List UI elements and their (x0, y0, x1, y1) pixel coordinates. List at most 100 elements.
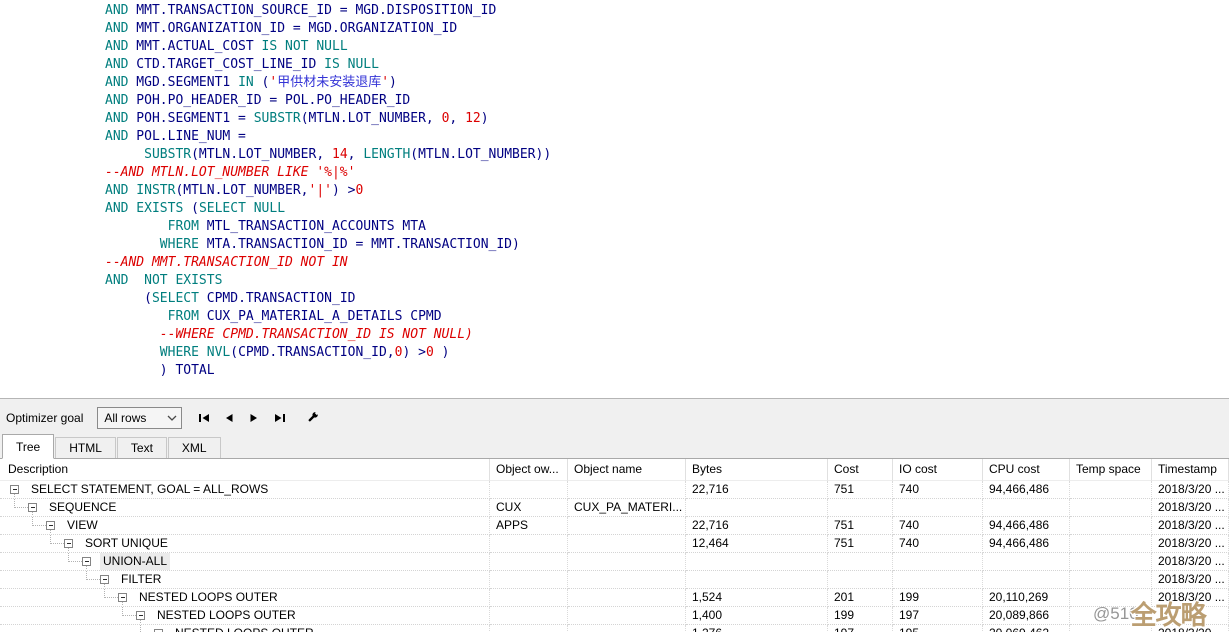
cell-bytes: 22,716 (686, 481, 828, 499)
cell-object-owner (490, 481, 568, 499)
cell-cpu-cost (983, 571, 1070, 589)
cell-cpu-cost (983, 499, 1070, 517)
tree-collapse-box[interactable] (64, 539, 73, 548)
plan-row[interactable]: SEQUENCECUXCUX_PA_MATERI...2018/3/20 ... (0, 499, 1229, 517)
tree-collapse-box[interactable] (118, 593, 127, 602)
cell-description: FILTER (0, 571, 490, 589)
cell-object-owner (490, 535, 568, 553)
tab-xml[interactable]: XML (168, 437, 221, 458)
cell-description: VIEW (0, 517, 490, 535)
plan-row[interactable]: UNION-ALL2018/3/20 ... (0, 553, 1229, 571)
first-record-button[interactable] (196, 410, 212, 426)
cell-object-owner (490, 553, 568, 571)
column-header-object-name[interactable]: Object name (568, 459, 686, 481)
cell-object-name (568, 571, 686, 589)
plan-row[interactable]: NESTED LOOPS OUTER1,40019919720,089,866 (0, 607, 1229, 625)
next-record-button[interactable] (246, 410, 262, 426)
cell-temp-space (1070, 535, 1152, 553)
plan-navigation (196, 410, 320, 426)
plan-row[interactable]: FILTER2018/3/20 ... (0, 571, 1229, 589)
cell-object-name (568, 625, 686, 632)
tree-connector (50, 535, 64, 544)
tree-connector (14, 499, 28, 508)
column-header-timestamp[interactable]: Timestamp (1152, 459, 1229, 481)
plan-node-label[interactable]: NESTED LOOPS OUTER (154, 607, 299, 624)
cell-temp-space (1070, 607, 1152, 625)
prior-record-button[interactable] (221, 410, 237, 426)
cell-object-owner: APPS (490, 517, 568, 535)
tree-collapse-box[interactable] (100, 575, 109, 584)
sql-editor[interactable]: AND MMT.TRANSACTION_SOURCE_ID = MGD.DISP… (0, 0, 1229, 398)
column-header-io-cost[interactable]: IO cost (893, 459, 983, 481)
cell-cost: 197 (828, 625, 893, 632)
cell-object-owner (490, 607, 568, 625)
cell-description: NESTED LOOPS OUTER (0, 607, 490, 625)
cell-bytes: 1,400 (686, 607, 828, 625)
minus-icon (67, 543, 71, 544)
minus-icon (13, 489, 17, 490)
cell-cpu-cost: 20,110,269 (983, 589, 1070, 607)
tree-collapse-box[interactable] (136, 611, 145, 620)
cell-bytes (686, 499, 828, 517)
plan-node-label[interactable]: NESTED LOOPS OUTER (136, 589, 281, 606)
code-line: AND NOT EXISTS (105, 272, 1229, 290)
cell-temp-space (1070, 517, 1152, 535)
cell-temp-space (1070, 571, 1152, 589)
tab-text[interactable]: Text (117, 437, 167, 458)
code-line: --WHERE CPMD.TRANSACTION_ID IS NOT NULL) (105, 326, 1229, 344)
code-line: AND CTD.TARGET_COST_LINE_ID IS NULL (105, 56, 1229, 74)
last-record-button[interactable] (271, 410, 287, 426)
tree-collapse-box[interactable] (46, 521, 55, 530)
cell-cost: 751 (828, 535, 893, 553)
optimizer-goal-select[interactable]: All rows (97, 407, 182, 429)
code-line: AND MGD.SEGMENT1 IN ('甲供材未安装退库') (105, 74, 1229, 92)
tree-collapse-box[interactable] (28, 503, 37, 512)
minus-icon (103, 579, 107, 580)
plsql-developer-window: AND MMT.TRANSACTION_SOURCE_ID = MGD.DISP… (0, 0, 1229, 632)
code-line: FROM MTL_TRANSACTION_ACCOUNTS MTA (105, 218, 1229, 236)
cell-timestamp: 2018/3/20 ... (1152, 625, 1229, 632)
plan-node-label[interactable]: VIEW (64, 517, 101, 534)
plan-row[interactable]: NESTED LOOPS OUTER1,52420119920,110,2692… (0, 589, 1229, 607)
column-header-description[interactable]: Description (0, 459, 490, 481)
minus-icon (85, 561, 89, 562)
column-header-bytes[interactable]: Bytes (686, 459, 828, 481)
cell-io-cost (893, 499, 983, 517)
cell-cpu-cost: 20,089,866 (983, 607, 1070, 625)
column-header-cost[interactable]: Cost (828, 459, 893, 481)
plan-row[interactable]: SELECT STATEMENT, GOAL = ALL_ROWS22,7167… (0, 481, 1229, 499)
cell-object-name (568, 607, 686, 625)
tree-connector (32, 517, 46, 526)
explain-plan-toolbar: Optimizer goal All rows (0, 404, 1229, 431)
last-record-icon (273, 412, 286, 424)
tab-tree[interactable]: Tree (2, 434, 54, 459)
code-line: AND MMT.ORGANIZATION_ID = MGD.ORGANIZATI… (105, 20, 1229, 38)
code-line: WHERE NVL(CPMD.TRANSACTION_ID,0) >0 ) (105, 344, 1229, 362)
plan-row[interactable]: SORT UNIQUE12,46475174094,466,4862018/3/… (0, 535, 1229, 553)
code-line: AND MMT.TRANSACTION_SOURCE_ID = MGD.DISP… (105, 2, 1229, 20)
plan-row[interactable]: VIEWAPPS22,71675174094,466,4862018/3/20 … (0, 517, 1229, 535)
cell-cost: 201 (828, 589, 893, 607)
cell-timestamp (1152, 607, 1229, 625)
cell-cost (828, 571, 893, 589)
tree-collapse-box[interactable] (82, 557, 91, 566)
plan-node-label[interactable]: NESTED LOOPS OUTER (172, 625, 317, 632)
plan-node-label[interactable]: SORT UNIQUE (82, 535, 171, 552)
tab-html[interactable]: HTML (55, 437, 116, 458)
plan-row[interactable]: NESTED LOOPS OUTER1,27619719520,069,4622… (0, 625, 1229, 632)
plan-node-label[interactable]: SELECT STATEMENT, GOAL = ALL_ROWS (28, 481, 271, 498)
cell-object-name (568, 517, 686, 535)
tree-collapse-box[interactable] (10, 485, 19, 494)
plan-node-label[interactable]: UNION-ALL (100, 553, 170, 570)
preferences-button[interactable] (304, 410, 320, 426)
plan-node-label[interactable]: SEQUENCE (46, 499, 119, 516)
cell-cost (828, 499, 893, 517)
cell-cpu-cost: 94,466,486 (983, 517, 1070, 535)
column-header-cpu-cost[interactable]: CPU cost (983, 459, 1070, 481)
column-header-temp-space[interactable]: Temp space (1070, 459, 1152, 481)
plan-node-label[interactable]: FILTER (118, 571, 164, 588)
cell-cost: 751 (828, 517, 893, 535)
column-header-object-owner[interactable]: Object ow... (490, 459, 568, 481)
first-record-icon (198, 412, 211, 424)
cell-description: SEQUENCE (0, 499, 490, 517)
